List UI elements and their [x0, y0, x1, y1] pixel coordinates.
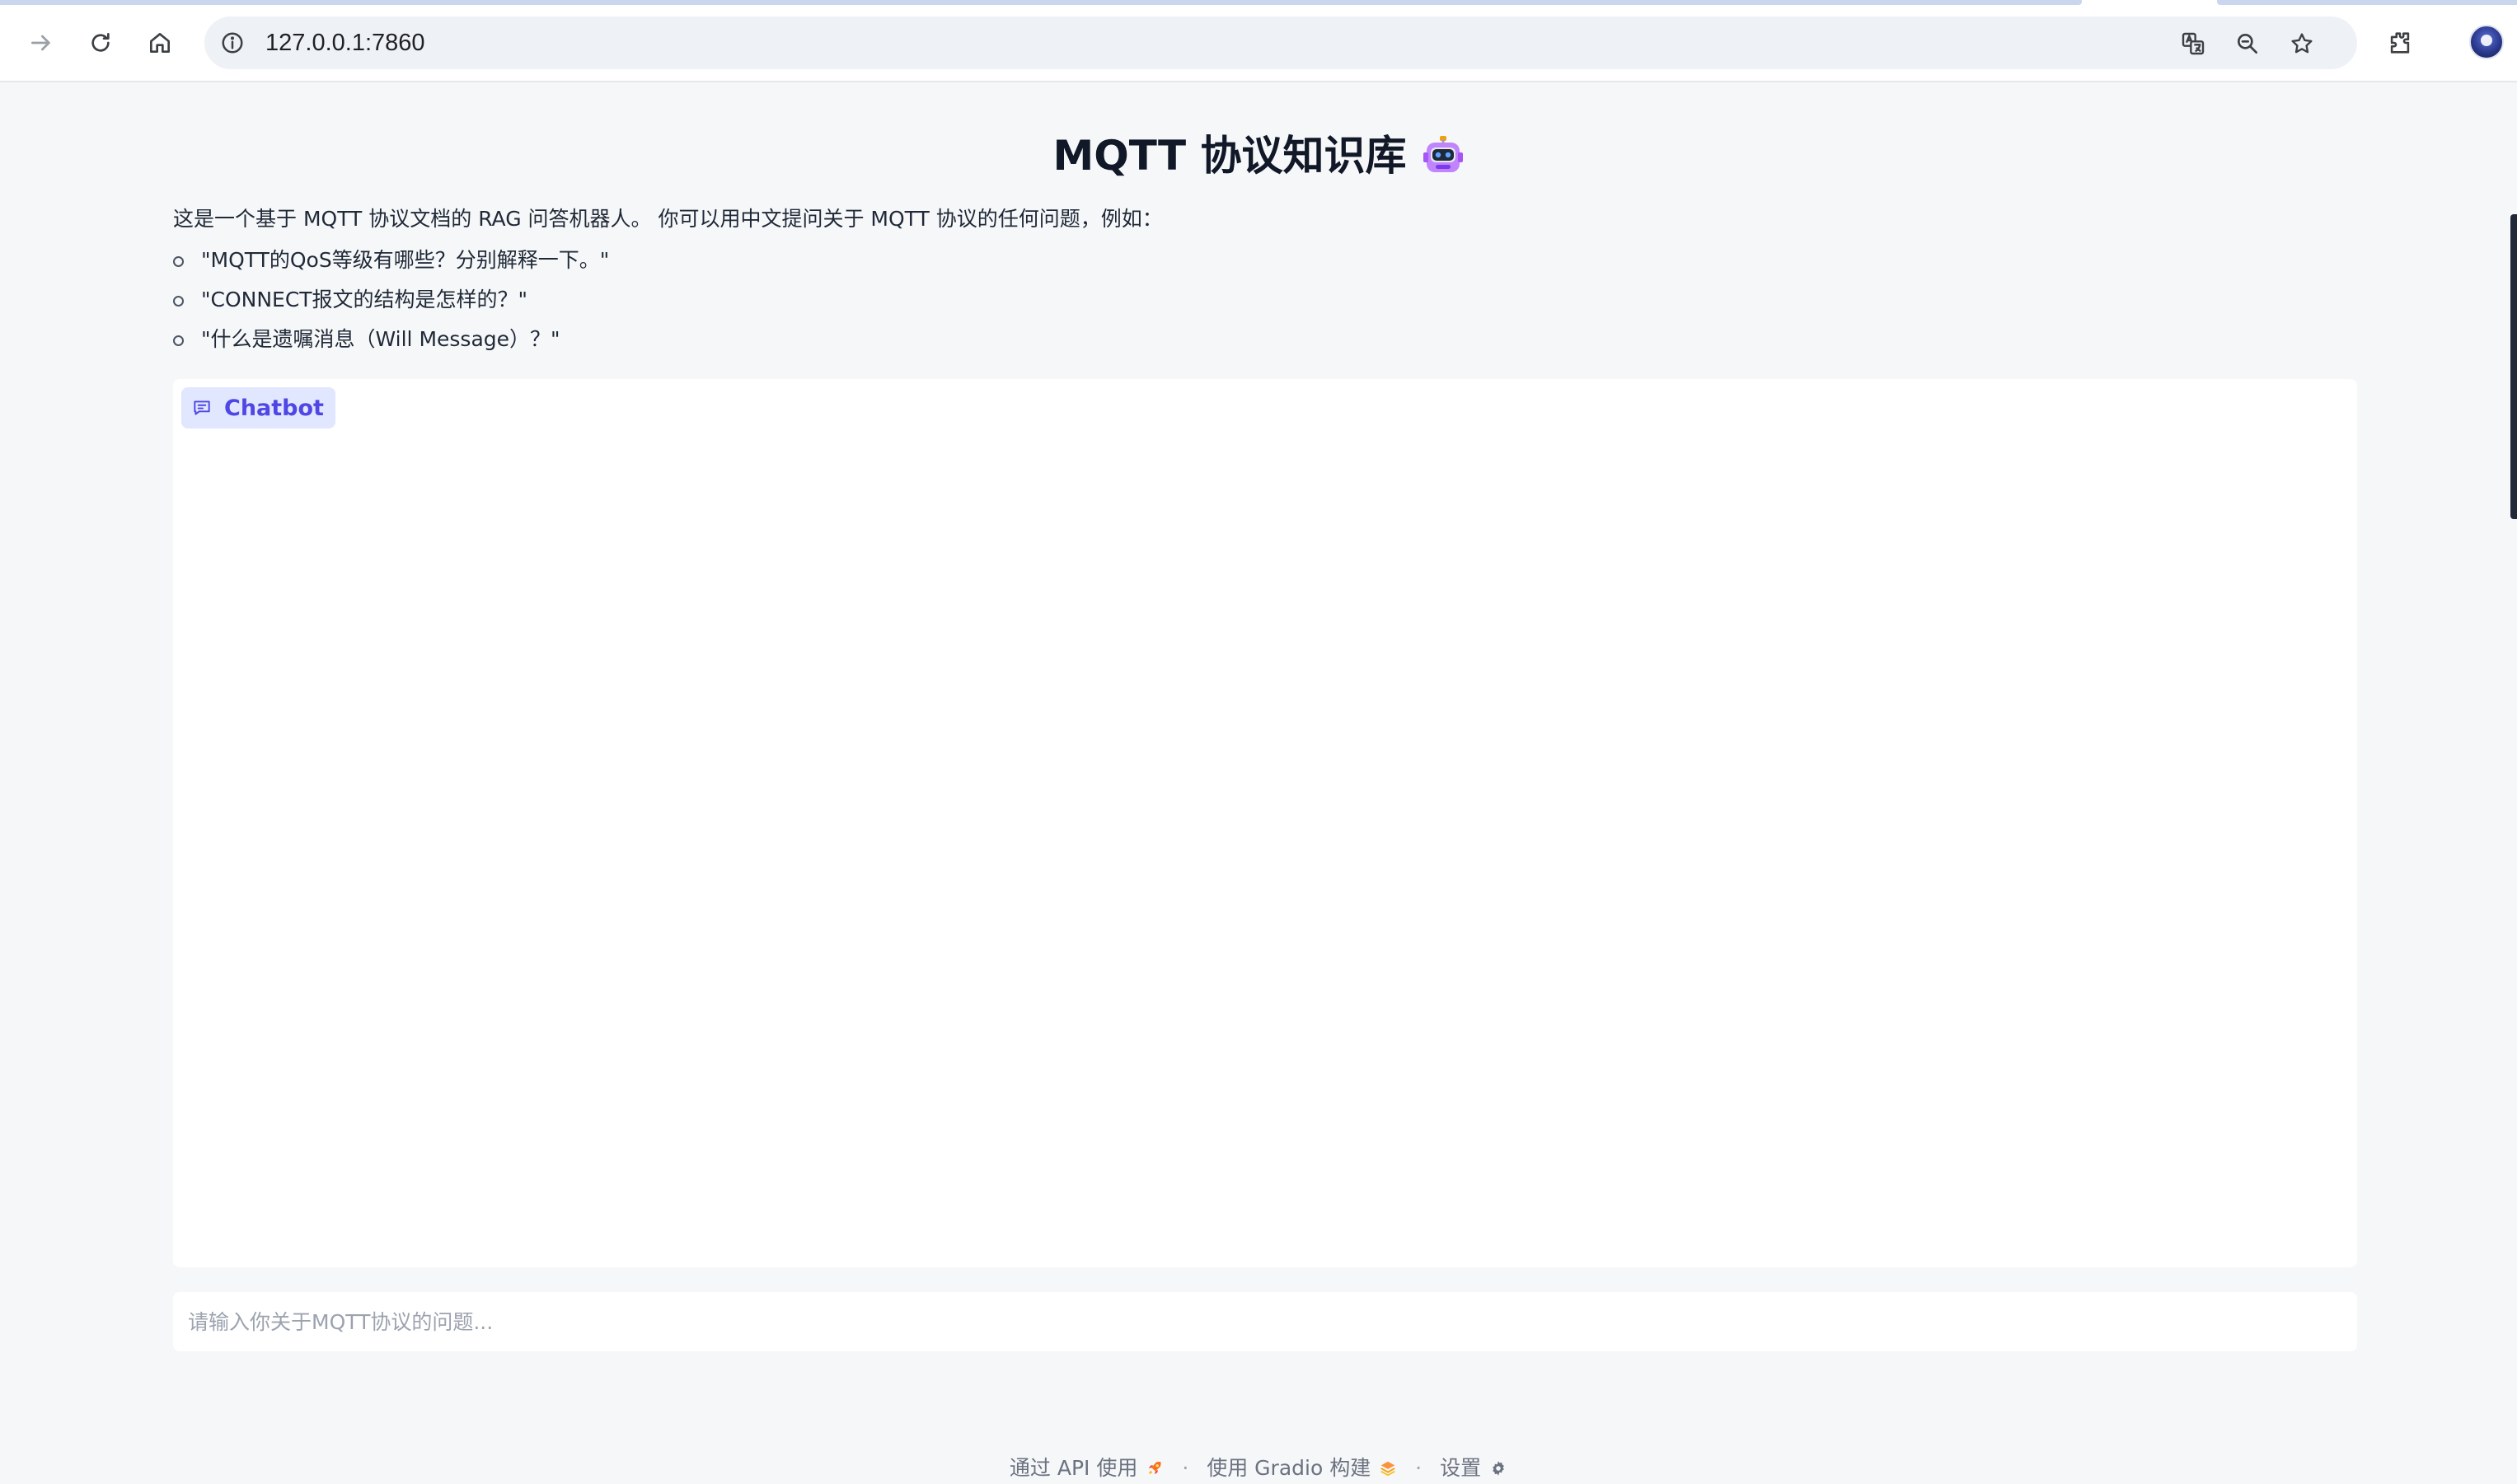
- chatbot-panel[interactable]: Chatbot: [173, 379, 2357, 1267]
- page-title-text: MQTT 协议知识库: [1052, 132, 1407, 180]
- page-title: MQTT 协议知识库: [0, 127, 2517, 185]
- question-input[interactable]: [173, 1292, 2357, 1351]
- home-button[interactable]: [138, 21, 181, 64]
- example-question: "MQTT的QoS等级有哪些？分别解释一下。": [173, 241, 609, 280]
- robot-face-icon: [1423, 135, 1463, 172]
- reload-button[interactable]: [79, 21, 122, 64]
- question-input-container[interactable]: [173, 1292, 2357, 1351]
- bookmark-star-icon[interactable]: [2286, 28, 2318, 59]
- tab-strip-edge-right: [2217, 0, 2517, 5]
- settings-label[interactable]: 设置: [1440, 1454, 1481, 1483]
- app-description: 这是一个基于 MQTT 协议文档的 RAG 问答机器人。 你可以用中文提问关于 …: [173, 207, 1163, 231]
- extensions-icon[interactable]: [2382, 25, 2418, 61]
- built-with-gradio-link[interactable]: 使用 Gradio 构建: [1207, 1454, 1397, 1483]
- settings-link[interactable]: 设置: [1440, 1454, 1507, 1483]
- home-icon: [150, 33, 170, 53]
- use-via-api-link[interactable]: 通过 API 使用: [1010, 1454, 1164, 1483]
- zoom-out-icon[interactable]: [2232, 28, 2263, 59]
- site-info-icon[interactable]: [218, 28, 247, 58]
- use-via-api-label[interactable]: 通过 API 使用: [1010, 1454, 1137, 1483]
- arrow-right-icon: [31, 35, 50, 51]
- example-question: "什么是遗嘱消息（Will Message）？": [173, 320, 609, 359]
- footer-separator: ·: [1415, 1456, 1423, 1480]
- gradio-app: MQTT 协议知识库 这是一个基于 MQTT 协议文档的 RAG 问答机器人。 …: [0, 82, 2517, 1484]
- browser-toolbar: 127.0.0.1:7860: [0, 0, 2517, 82]
- example-questions-list: "MQTT的QoS等级有哪些？分别解释一下。" "CONNECT报文的结构是怎样…: [173, 241, 609, 359]
- chatbot-label: Chatbot: [181, 387, 335, 428]
- translate-icon[interactable]: [2177, 28, 2209, 59]
- gear-icon: [1493, 1461, 1504, 1476]
- footer: 通过 API 使用 · 使用 Gradio 构建 · 设置: [0, 1454, 2517, 1483]
- rocket-icon: [1149, 1461, 1161, 1475]
- side-panel-edge: [2510, 214, 2517, 519]
- built-with-gradio-label[interactable]: 使用 Gradio 构建: [1207, 1454, 1371, 1483]
- chat-bubble-icon: [194, 400, 210, 415]
- chatbot-label-text: Chatbot: [224, 395, 324, 421]
- url-text[interactable]: 127.0.0.1:7860: [265, 28, 425, 58]
- example-question: "CONNECT报文的结构是怎样的？": [173, 280, 609, 320]
- footer-separator: ·: [1182, 1456, 1189, 1480]
- profile-avatar[interactable]: [2469, 25, 2504, 59]
- tab-strip-edge: [0, 0, 2082, 5]
- forward-button[interactable]: [20, 21, 63, 64]
- address-bar[interactable]: 127.0.0.1:7860: [204, 16, 2357, 69]
- gradio-logo-icon: [1380, 1461, 1395, 1477]
- reload-icon: [91, 33, 110, 52]
